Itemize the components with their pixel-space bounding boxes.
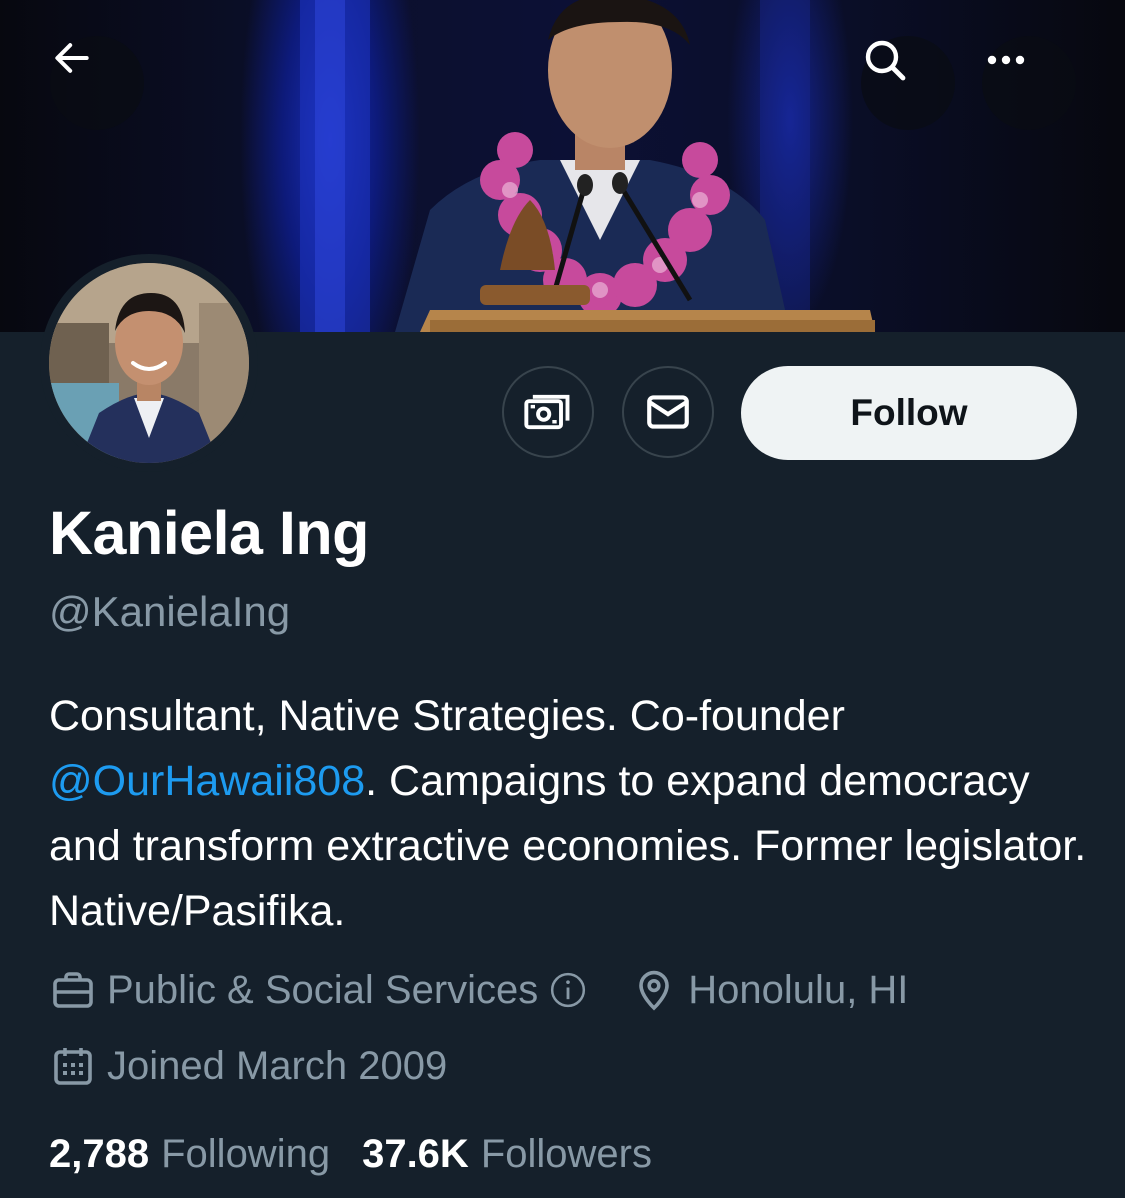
follow-button[interactable]: Follow — [741, 366, 1077, 460]
location-pin-icon — [639, 970, 670, 1011]
back-button[interactable] — [50, 36, 144, 130]
briefcase-icon — [53, 972, 93, 1008]
bio-mention-link[interactable]: @OurHawaii808 — [49, 757, 365, 805]
profile-location: Honolulu, HI — [630, 966, 908, 1014]
avatar-photo — [49, 263, 249, 463]
category-text: Public & Social Services — [107, 967, 539, 1012]
arrow-left-icon — [55, 43, 89, 73]
profile-bio: Consultant, Native Strategies. Co-founde… — [49, 684, 1089, 944]
info-icon[interactable] — [548, 970, 588, 1010]
joined-text: Joined March 2009 — [107, 1043, 448, 1088]
profile-meta-row: Public & Social Services Honolulu, HI — [49, 962, 908, 1018]
search-icon — [865, 40, 906, 81]
tip-button[interactable] — [502, 366, 594, 458]
followers-link[interactable]: 37.6K Followers — [362, 1132, 652, 1177]
profile-stats: 2,788 Following 37.6K Followers — [49, 1126, 652, 1182]
more-horizontal-icon — [987, 55, 1025, 65]
following-count: 2,788 — [49, 1131, 150, 1176]
profile-page: Follow Kaniela Ing @KanielaIng Consultan… — [0, 0, 1125, 1198]
bio-text: Consultant, Native Strategies. Co-founde… — [49, 692, 845, 740]
avatar[interactable] — [49, 263, 249, 463]
followers-count: 37.6K — [362, 1131, 469, 1176]
followers-label: Followers — [480, 1131, 652, 1176]
profile-category: Public & Social Services — [49, 966, 588, 1014]
following-link[interactable]: 2,788 Following — [49, 1132, 330, 1177]
more-button[interactable] — [982, 36, 1076, 130]
money-icon — [524, 394, 570, 430]
envelope-icon — [647, 395, 689, 429]
search-button[interactable] — [861, 36, 955, 130]
message-button[interactable] — [622, 366, 714, 458]
calendar-icon — [54, 1048, 92, 1085]
location-text: Honolulu, HI — [688, 967, 909, 1012]
profile-name: Kaniela Ing — [49, 499, 369, 567]
profile-handle: @KanielaIng — [49, 588, 291, 635]
following-label: Following — [161, 1131, 331, 1176]
profile-joined: Joined March 2009 — [49, 1038, 447, 1094]
